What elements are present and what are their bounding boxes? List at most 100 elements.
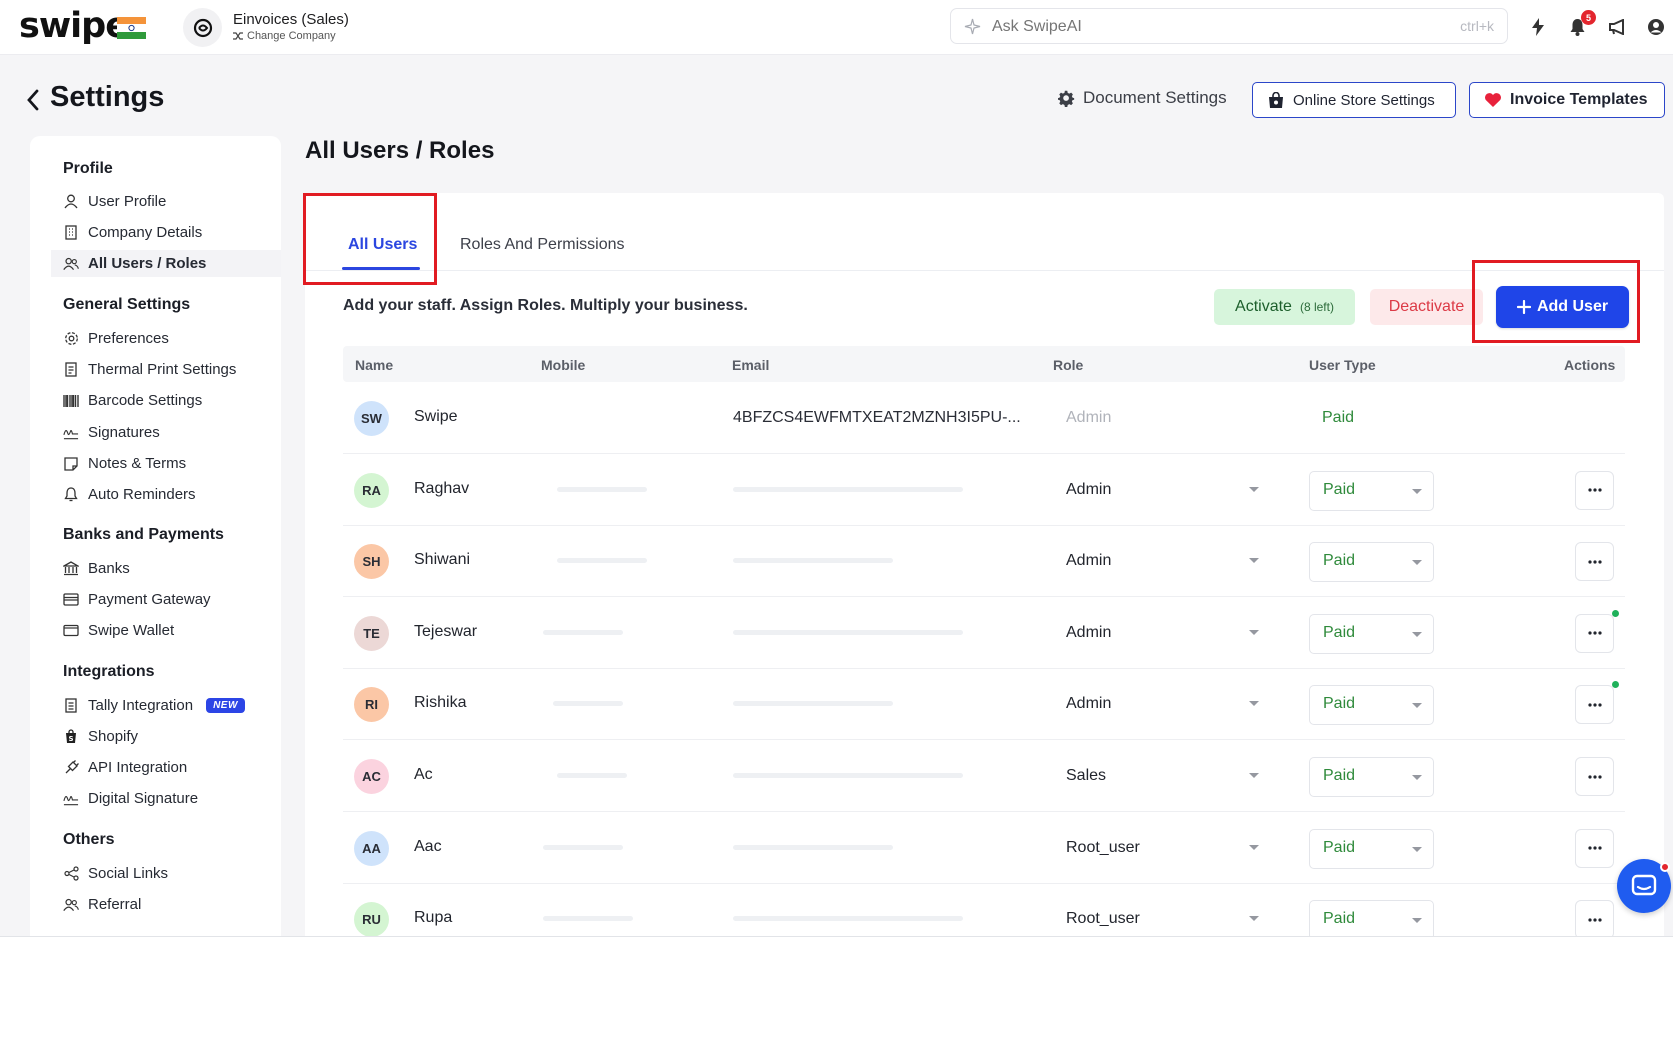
role-select[interactable]: Admin [1066,552,1111,570]
account-avatar-icon[interactable] [1645,16,1667,38]
more-actions-button[interactable] [1575,542,1614,582]
more-actions-button[interactable] [1575,685,1614,725]
invoice-templates-label: Invoice Templates [1510,91,1648,108]
role-select[interactable]: Admin [1066,481,1111,499]
chevron-down-icon[interactable] [1249,629,1259,635]
back-chevron-icon[interactable] [26,89,40,111]
role-select[interactable]: Root_user [1066,910,1140,928]
sidebar-item-notes-terms[interactable]: Notes & Terms [51,450,281,477]
chevron-down-icon [1412,703,1422,709]
ask-swipeai-search[interactable]: ctrl+k [950,8,1508,44]
activate-button[interactable]: Activate (8 left) [1214,289,1355,325]
user-name: Raghav [414,479,470,497]
more-actions-button[interactable] [1575,757,1614,796]
user-type-select[interactable]: Paid [1309,685,1434,726]
india-flag-icon [117,17,146,39]
role-select[interactable]: Sales [1066,767,1106,785]
column-header-mobile: Mobile [541,357,586,373]
table-row: RI Rishika Admin Paid [343,669,1625,741]
document-settings-label: Document Settings [1083,88,1227,107]
sidebar-item-digital-signature[interactable]: Digital Signature [51,785,281,812]
role-select: Admin [1066,409,1112,426]
avatar: SW [354,401,389,436]
user-type-select[interactable]: Paid [1309,613,1434,654]
sidebar-item-payment-gateway[interactable]: Payment Gateway [51,586,281,613]
sidebar-section-general-settings: General Settings [63,296,191,313]
sidebar-item-social-links[interactable]: Social Links [51,860,281,887]
user-type-select[interactable]: Paid [1309,828,1434,869]
change-company-label: Change Company [247,30,336,42]
shortcut-hint: ctrl+k [1460,18,1494,34]
section-heading: All Users / Roles [305,137,495,164]
company-name[interactable]: Einvoices (Sales) [233,11,349,28]
user-name: Shiwani [414,551,471,569]
user-type-value: Paid [1323,623,1356,641]
avatar: AC [354,759,389,794]
sidebar-item-label: Tally Integration [88,697,194,714]
online-store-settings-button[interactable]: Online Store Settings [1252,82,1456,118]
sidebar-item-shopify[interactable]: S Shopify [51,723,281,750]
change-company-link[interactable]: Change Company [233,30,336,42]
ellipsis-icon [1587,846,1602,850]
card-icon [63,592,79,608]
gear-icon [63,331,79,347]
redacted-mobile [553,701,623,707]
tabs-divider [305,270,1664,271]
more-actions-button[interactable] [1575,470,1614,510]
redacted-mobile [557,486,647,492]
chevron-down-icon[interactable] [1249,844,1259,850]
chevron-down-icon[interactable] [1249,916,1259,922]
chevron-down-icon[interactable] [1249,773,1259,778]
chevron-down-icon[interactable] [1249,558,1259,564]
user-type-select[interactable]: Paid [1309,470,1434,511]
redacted-email [733,773,963,778]
sidebar-item-label: Referral [88,896,142,913]
megaphone-icon[interactable] [1606,16,1628,38]
building-icon [63,225,79,241]
heart-icon [1485,93,1501,107]
invoice-templates-button[interactable]: Invoice Templates [1469,82,1665,118]
more-actions-button[interactable] [1575,900,1614,936]
deactivate-button[interactable]: Deactivate [1370,289,1483,325]
swipe-logo[interactable]: swipe [19,6,129,46]
sidebar-item-banks[interactable]: Banks [51,555,281,582]
chevron-down-icon[interactable] [1249,486,1259,492]
avatar: RU [354,902,389,936]
sidebar-item-preferences[interactable]: Preferences [51,325,281,352]
table-row: SH Shiwani Admin Paid [343,526,1625,598]
role-select[interactable]: Admin [1066,624,1111,642]
more-actions-button[interactable] [1575,613,1614,653]
more-actions-button[interactable] [1575,828,1614,868]
table-row: TE Tejeswar Admin Paid [343,598,1625,669]
user-type-select[interactable]: Paid [1309,757,1434,797]
sidebar-item-api-integration[interactable]: API Integration [51,754,281,781]
sidebar-item-thermal-print-settings[interactable]: Thermal Print Settings [51,356,281,383]
ellipsis-icon [1587,918,1602,922]
user-type-select[interactable]: Paid [1309,542,1434,583]
sidebar-item-user-profile[interactable]: User Profile [51,188,281,215]
chevron-down-icon[interactable] [1249,701,1259,707]
sidebar-item-barcode-settings[interactable]: Barcode Settings [51,387,281,414]
redacted-mobile [557,558,647,564]
sidebar-item-auto-reminders[interactable]: Auto Reminders [51,481,281,508]
sidebar-item-tally-integration[interactable]: Tally Integration NEW [51,692,281,719]
user-type-select[interactable]: Paid [1309,900,1434,936]
sidebar-item-label: Company Details [88,224,203,241]
company-logo[interactable] [183,8,222,47]
ask-swipeai-input[interactable] [992,15,1412,39]
sidebar-item-label: Swipe Wallet [88,622,175,639]
sidebar-item-referral[interactable]: Referral [51,891,281,918]
role-select[interactable]: Admin [1066,695,1111,713]
lightning-icon[interactable] [1527,16,1549,38]
sidebar-item-company-details[interactable]: Company Details [51,219,281,246]
redacted-mobile [543,629,623,635]
user-type-value: Paid [1323,695,1356,713]
sidebar-item-signatures[interactable]: Signatures [51,419,281,446]
sidebar-item-label: Shopify [88,728,139,745]
sidebar-item-label: Auto Reminders [88,486,196,503]
role-select[interactable]: Root_user [1066,839,1140,857]
document-settings-button[interactable]: Document Settings [1058,88,1227,108]
tab-roles-and-permissions[interactable]: Roles And Permissions [460,236,625,254]
sidebar-item-swipe-wallet[interactable]: Swipe Wallet [51,617,281,644]
sidebar-item-all-users-roles[interactable]: All Users / Roles [51,250,281,277]
